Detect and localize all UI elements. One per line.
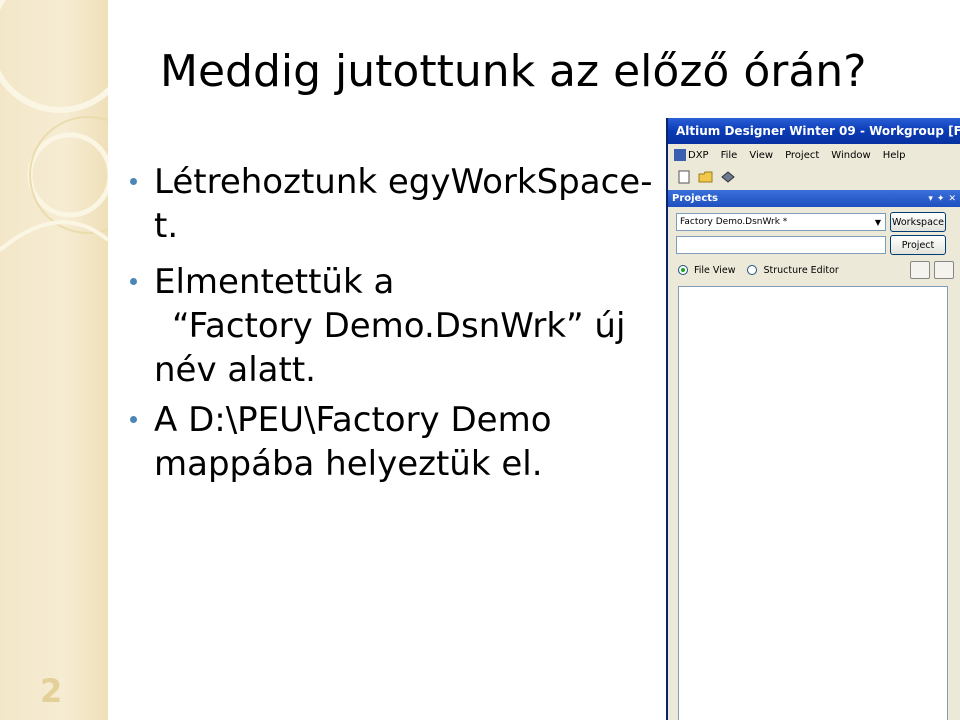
panel-menu-icon[interactable]: ▾: [928, 194, 933, 204]
decorative-swirl-icon: [0, 0, 108, 252]
close-icon[interactable]: ✕: [948, 194, 956, 204]
menu-view[interactable]: View: [749, 150, 773, 161]
menu-help[interactable]: Help: [883, 150, 906, 161]
projects-panel-header: Projects ▾ ✦ ✕: [668, 190, 960, 207]
decorative-sidebar: 2: [0, 0, 108, 720]
new-file-icon[interactable]: [676, 169, 692, 185]
slide-title: Meddig jutottunk az előző órán?: [160, 46, 867, 97]
project-button[interactable]: Project: [890, 235, 946, 255]
menu-bar: DXP File View Project Window Help: [668, 144, 960, 166]
workspace-combo-value: Factory Demo.DsnWrk *: [680, 217, 788, 227]
bullet-item: Létrehoztunk egyWorkSpace- t.: [130, 160, 653, 248]
project-tree[interactable]: [678, 286, 948, 720]
bullet-item: Elmentettük a “Factory Demo.DsnWrk” új n…: [130, 260, 650, 392]
menu-window[interactable]: Window: [831, 150, 870, 161]
bullet-dot-icon: [130, 416, 137, 423]
panel-title: Projects: [672, 193, 719, 204]
toolbar: [668, 166, 960, 188]
bullet-line: Elmentettük a: [154, 262, 395, 302]
folder-options-icon[interactable]: [934, 261, 954, 279]
bullet-line: mappába helyeztük el.: [154, 444, 543, 484]
bullet-dot-icon: [130, 278, 137, 285]
bullet-line: A D:\PEU\Factory Demo: [154, 400, 552, 440]
open-folder-icon[interactable]: [698, 169, 714, 185]
window-titlebar: Altium Designer Winter 09 - Workgroup [F…: [668, 118, 960, 144]
workspace-row: Factory Demo.DsnWrk * ▼ Workspace: [668, 207, 960, 232]
structure-editor-radio[interactable]: [747, 265, 758, 275]
bullet-line: Létrehoztunk egyWorkSpace-: [154, 162, 653, 202]
bullet-line: “Factory Demo.DsnWrk” új: [172, 306, 626, 346]
pin-icon[interactable]: ✦: [937, 194, 945, 204]
slide-number: 2: [40, 672, 63, 710]
dxp-icon: [674, 149, 686, 161]
bullet-line: név alatt.: [154, 350, 316, 390]
component-icon[interactable]: [720, 169, 736, 185]
bullet-line: t.: [154, 206, 179, 246]
menu-dxp[interactable]: DXP: [674, 149, 709, 161]
file-view-label: File View: [694, 264, 736, 276]
menu-file[interactable]: File: [721, 150, 738, 161]
project-row: Project: [668, 232, 960, 255]
workspace-tools-icon[interactable]: [910, 261, 930, 279]
bullet-list: Létrehoztunk egyWorkSpace- t. Elmentettü…: [130, 160, 653, 492]
window-title: Altium Designer Winter 09 - Workgroup [F…: [676, 124, 960, 138]
file-view-radio[interactable]: [678, 265, 688, 275]
structure-editor-label: Structure Editor: [763, 264, 839, 276]
bullet-item: A D:\PEU\Factory Demo mappába helyeztük …: [130, 398, 650, 486]
view-radio-group: File View Structure Editor: [668, 255, 960, 279]
altium-screenshot: Altium Designer Winter 09 - Workgroup [F…: [666, 118, 960, 720]
chevron-down-icon[interactable]: ▼: [871, 214, 885, 230]
menu-project[interactable]: Project: [785, 150, 819, 161]
workspace-button[interactable]: Workspace: [890, 212, 946, 232]
workspace-combo[interactable]: Factory Demo.DsnWrk * ▼: [676, 213, 886, 231]
project-field[interactable]: [676, 236, 886, 254]
bullet-dot-icon: [130, 178, 137, 185]
